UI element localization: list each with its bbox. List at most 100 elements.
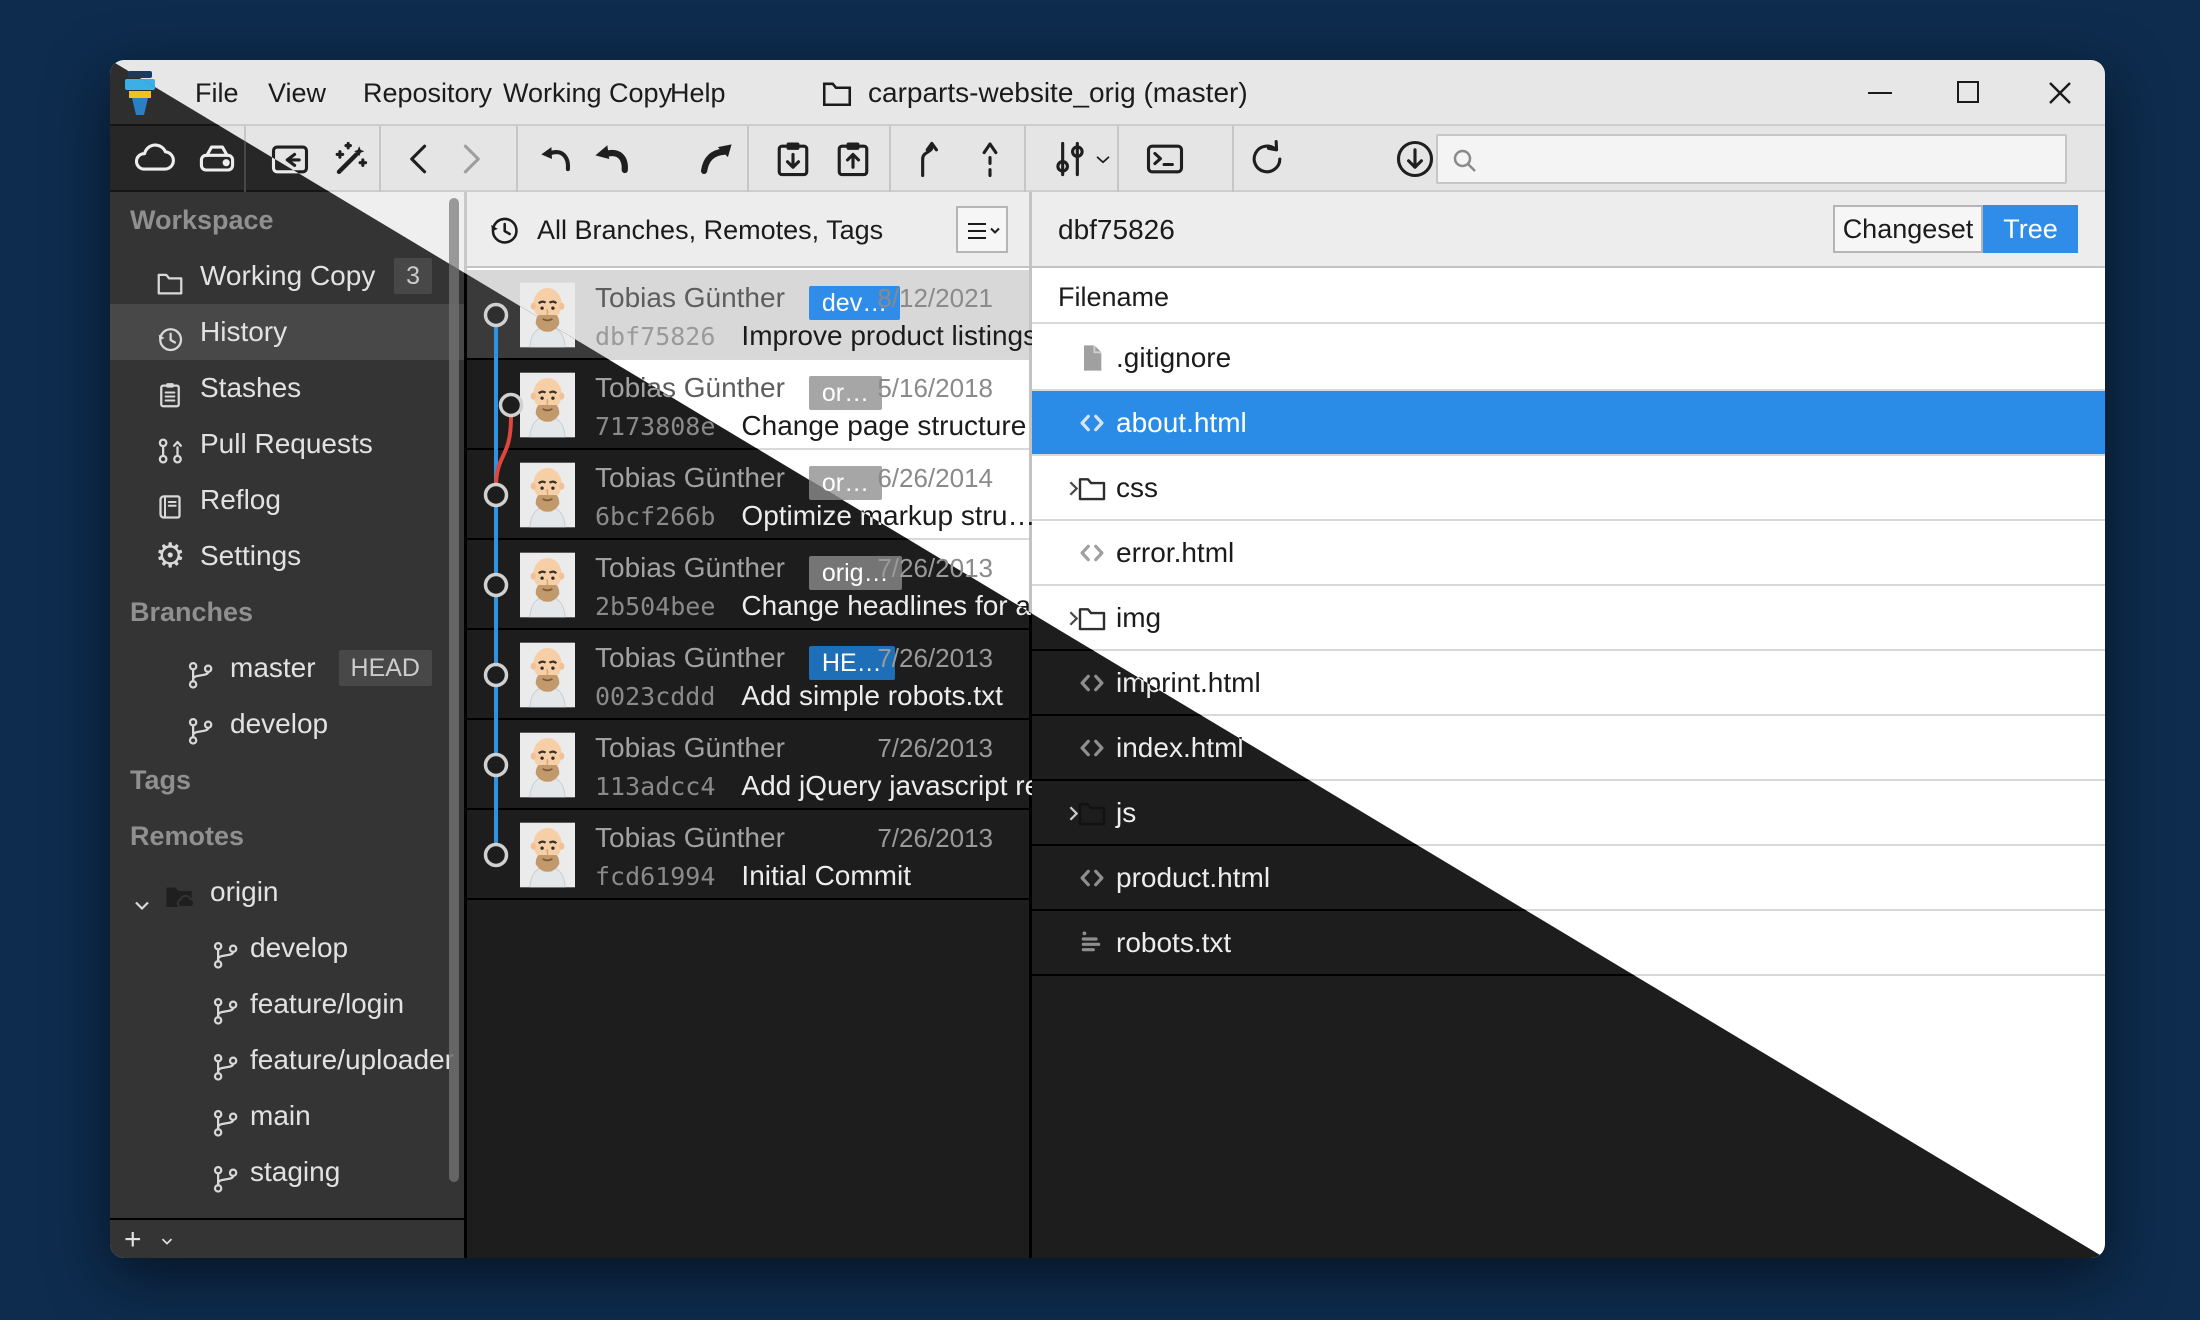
menu-help[interactable]: Help: [664, 60, 732, 126]
commit-hash: fcd61994: [595, 862, 715, 891]
app-window: File View Repository Working Copy Help c…: [110, 60, 2105, 1258]
stash-icon: [155, 373, 185, 403]
sidebar-header-remotes: Remotes: [110, 808, 464, 864]
stash-icon[interactable]: [771, 137, 815, 181]
commit-author: Tobias Günther: [595, 822, 785, 853]
folder-row[interactable]: css: [1032, 456, 2105, 521]
history-icon: [487, 213, 521, 247]
merge-icon[interactable]: [908, 137, 952, 181]
working-copy-count-badge: 3: [394, 258, 432, 294]
menu-working-copy[interactable]: Working Copy: [497, 60, 678, 126]
chevron-down-icon[interactable]: [130, 880, 154, 904]
sidebar-item-remote-feature-uploader[interactable]: feature/uploader: [110, 1032, 464, 1088]
compare-branches-icon[interactable]: [1048, 137, 1092, 181]
commit-row[interactable]: Tobias GüntherHE…7/26/2013 0023cdddAdd s…: [467, 630, 1029, 720]
file-row[interactable]: .gitignore: [1032, 326, 2105, 391]
sidebar-item-remote-origin[interactable]: origin: [110, 864, 464, 920]
commit-hash: 2b504bee: [595, 592, 715, 621]
avatar: [520, 732, 575, 798]
sidebar-item-working-copy[interactable]: Working Copy 3: [110, 248, 464, 304]
commit-date: 7/26/2013: [877, 819, 993, 857]
sidebar-item-remote-develop[interactable]: develop: [110, 920, 464, 976]
close-button[interactable]: [2028, 60, 2092, 126]
menu-view[interactable]: View: [262, 60, 332, 126]
commit-date: 7/26/2013: [877, 729, 993, 767]
commit-author: Tobias Günther: [595, 732, 785, 763]
sidebar-item-remote-feature-login[interactable]: feature/login: [110, 976, 464, 1032]
head-badge: HEAD: [339, 650, 432, 686]
gear-icon: ⚙: [155, 541, 185, 571]
commit-message: Improve product listings: [741, 320, 1037, 351]
chevron-down-icon[interactable]: [158, 1232, 176, 1250]
sidebar-item-remote-staging[interactable]: staging: [110, 1144, 464, 1200]
sidebar-item-reflog[interactable]: Reflog: [110, 472, 464, 528]
filter-menu-button[interactable]: [956, 206, 1008, 253]
code-file-icon: [1076, 667, 1108, 699]
minimize-button[interactable]: [1848, 60, 1912, 126]
commit-author: Tobias Günther: [595, 552, 785, 583]
menu-repository[interactable]: Repository: [357, 60, 498, 126]
cloud-icon[interactable]: [131, 137, 175, 181]
commit-message: Change page structure: [741, 410, 1026, 441]
sidebar-header-branches: Branches: [110, 584, 464, 640]
branch-icon: [210, 1101, 240, 1131]
commit-author: Tobias Günther: [595, 642, 785, 673]
sidebar-item-branch-master[interactable]: master HEAD: [110, 640, 464, 696]
commit-hash: 7173808e: [595, 412, 715, 441]
commit-row[interactable]: Tobias Günther7/26/2013 fcd61994Initial …: [467, 810, 1029, 900]
commit-row[interactable]: Tobias Günther7/26/2013 113adcc4Add jQue…: [467, 720, 1029, 810]
search-icon: [1450, 146, 1480, 176]
title-bar: File View Repository Working Copy Help c…: [110, 60, 2105, 126]
branch-icon: [185, 709, 215, 739]
undo-icon[interactable]: [534, 137, 578, 181]
terminal-icon[interactable]: [1143, 137, 1187, 181]
push-icon[interactable]: [694, 137, 738, 181]
search-box: [1436, 134, 2067, 184]
commit-hash: 6bcf266b: [595, 502, 715, 531]
back-icon[interactable]: [398, 137, 442, 181]
changeset-button[interactable]: Changeset: [1833, 205, 1983, 253]
hard-drive-icon[interactable]: [195, 137, 239, 181]
fetch-icon[interactable]: [1393, 137, 1437, 181]
branch-filter-label: All Branches, Remotes, Tags: [537, 192, 883, 268]
sidebar-item-remote-main[interactable]: main: [110, 1088, 464, 1144]
maximize-button[interactable]: [1936, 60, 2000, 126]
sidebar-item-pull-requests[interactable]: Pull Requests: [110, 416, 464, 472]
commit-date: 5/16/2018: [877, 369, 993, 407]
file-row[interactable]: error.html: [1032, 521, 2105, 586]
compare-chevron-icon[interactable]: [1090, 137, 1116, 181]
tree-button[interactable]: Tree: [1983, 205, 2078, 253]
sidebar-item-history[interactable]: History: [110, 304, 464, 360]
remote-folder-icon: [162, 876, 196, 908]
commit-hash: 113adcc4: [595, 772, 715, 801]
code-file-icon: [1076, 732, 1108, 764]
stash-pop-icon[interactable]: [831, 137, 875, 181]
sidebar-item-stashes[interactable]: Stashes: [110, 360, 464, 416]
file-row-selected[interactable]: about.html: [1032, 391, 2105, 456]
search-input[interactable]: [1490, 138, 2050, 180]
forward-icon[interactable]: [448, 137, 492, 181]
commit-date: 7/26/2013: [877, 639, 993, 677]
avatar: [520, 822, 575, 888]
file-row[interactable]: imprint.html: [1032, 651, 2105, 716]
sidebar-item-branch-develop[interactable]: develop: [110, 696, 464, 752]
commit-author: Tobias Günther: [595, 282, 785, 313]
sidebar-item-settings[interactable]: ⚙ Settings: [110, 528, 464, 584]
quick-actions-icon[interactable]: [328, 137, 372, 181]
filename-column-header[interactable]: Filename: [1032, 270, 2105, 324]
commit-date: 6/26/2014: [877, 459, 993, 497]
refresh-icon[interactable]: [1245, 137, 1289, 181]
add-repository-button[interactable]: +: [124, 1224, 142, 1256]
branch-icon: [185, 653, 215, 683]
commit-id-label: dbf75826: [1058, 192, 1175, 268]
commit-author: Tobias Günther: [595, 462, 785, 493]
commit-message: Add jQuery javascript re…: [741, 770, 1068, 801]
redo-icon[interactable]: [589, 137, 633, 181]
history-filter-bar: All Branches, Remotes, Tags: [467, 192, 1029, 268]
rebase-icon[interactable]: [968, 137, 1012, 181]
book-icon: [155, 485, 185, 515]
folder-row[interactable]: img: [1032, 586, 2105, 651]
avatar: [520, 642, 575, 708]
branch-icon: [210, 933, 240, 963]
sidebar-scrollbar[interactable]: [449, 198, 459, 1182]
